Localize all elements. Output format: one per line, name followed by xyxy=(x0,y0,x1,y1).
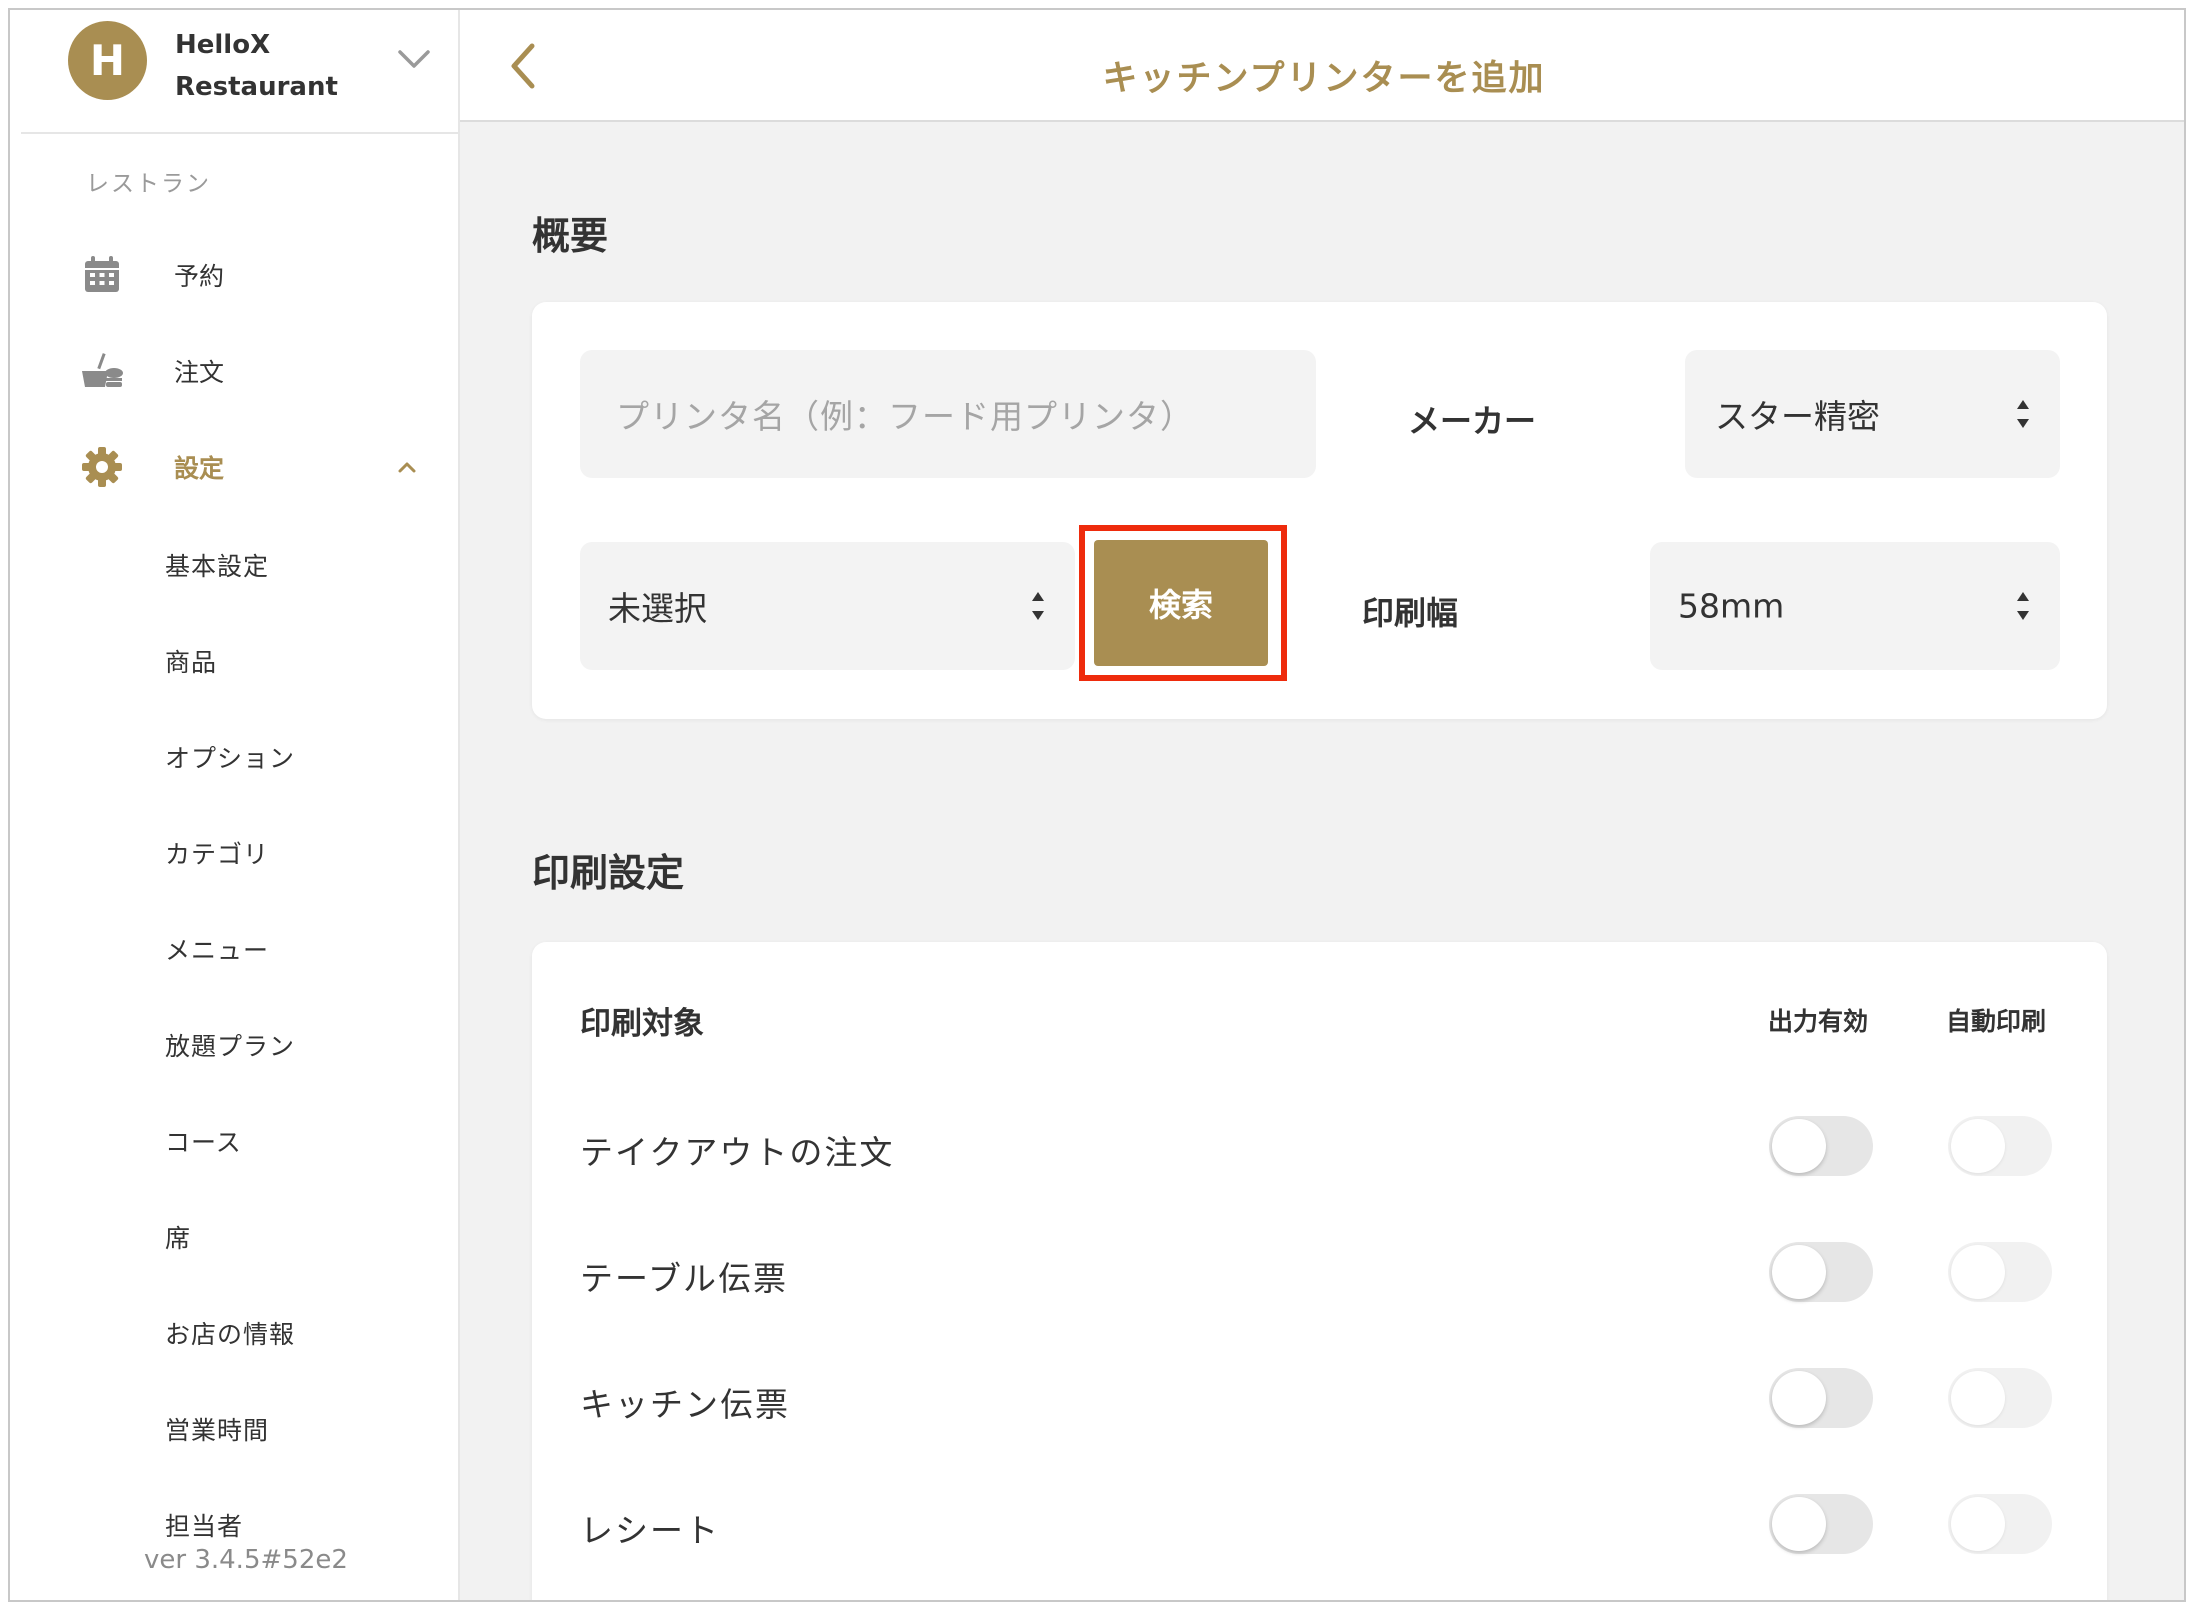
avatar: H xyxy=(68,21,147,100)
printer-name-input[interactable]: プリンタ名（例：フード用プリンタ） xyxy=(580,350,1316,478)
sidebar-item-settings[interactable]: 設定 xyxy=(10,437,458,497)
sidebar-item-reservations[interactable]: 予約 xyxy=(10,245,458,305)
toggle-knob xyxy=(1772,1371,1826,1425)
chevron-down-icon[interactable] xyxy=(394,44,434,74)
overview-heading: 概要 xyxy=(532,214,609,258)
sidebar-subitem-options[interactable]: オプション xyxy=(165,739,295,775)
print-settings-heading: 印刷設定 xyxy=(532,851,685,895)
print-settings-card: 印刷対象 出力有効 自動印刷 テイクアウトの注文 テーブル伝票 キッチン伝票 レ… xyxy=(532,942,2107,1600)
output-enabled-toggle-receipt[interactable] xyxy=(1769,1494,1873,1554)
overview-card: プリンタ名（例：フード用プリンタ） メーカー スター精密 未選択 検索 印刷幅 … xyxy=(532,302,2107,719)
output-enabled-toggle-table-slip[interactable] xyxy=(1769,1242,1873,1302)
select-arrows-icon xyxy=(2017,592,2029,620)
sidebar-item-label: 設定 xyxy=(174,454,225,483)
auto-print-header: 自動印刷 xyxy=(1946,1007,2047,1036)
sidebar-subitem-all-you-can-plans[interactable]: 放題プラン xyxy=(165,1027,295,1063)
sidebar-item-label: 注文 xyxy=(174,358,225,387)
gear-icon xyxy=(80,445,124,489)
toggle-knob xyxy=(1772,1497,1826,1551)
sidebar-subitem-staff[interactable]: 担当者 xyxy=(165,1507,243,1543)
toggle-knob xyxy=(1772,1245,1826,1299)
sidebar-subitem-products[interactable]: 商品 xyxy=(165,643,217,679)
maker-select-value: スター精密 xyxy=(1715,397,1880,436)
maker-label: メーカー xyxy=(1408,402,1537,440)
sidebar-subitem-store-info[interactable]: お店の情報 xyxy=(165,1315,295,1351)
sidebar-subitem-seats[interactable]: 席 xyxy=(165,1219,191,1255)
print-target-table-slip: テーブル伝票 xyxy=(580,1259,789,1298)
output-enabled-header: 出力有効 xyxy=(1768,1007,1869,1036)
toggle-knob xyxy=(1951,1245,2005,1299)
print-width-value: 58mm xyxy=(1678,586,1785,626)
food-icon xyxy=(80,349,124,393)
restaurant-switcher[interactable]: H HelloX Restaurant xyxy=(21,10,458,134)
sidebar-section-label: レストラン xyxy=(86,171,211,197)
print-target-takeout: テイクアウトの注文 xyxy=(580,1133,895,1172)
auto-print-toggle-kitchen-slip[interactable] xyxy=(1948,1368,2052,1428)
sidebar-subitem-menu[interactable]: メニュー xyxy=(165,931,269,967)
sidebar-subitem-basic-settings[interactable]: 基本設定 xyxy=(165,547,269,583)
output-enabled-toggle-takeout[interactable] xyxy=(1769,1116,1873,1176)
printer-model-select[interactable]: 未選択 xyxy=(580,542,1075,670)
toggle-knob xyxy=(1951,1119,2005,1173)
print-target-header: 印刷対象 xyxy=(580,1006,704,1042)
restaurant-name: HelloX Restaurant xyxy=(175,30,338,102)
toggle-knob xyxy=(1951,1497,2005,1551)
auto-print-toggle-receipt[interactable] xyxy=(1948,1494,2052,1554)
version-label: ver 3.4.5#52e2 xyxy=(144,1541,444,1575)
output-enabled-toggle-kitchen-slip[interactable] xyxy=(1769,1368,1873,1428)
sidebar-item-orders[interactable]: 注文 xyxy=(10,341,458,401)
auto-print-toggle-table-slip[interactable] xyxy=(1948,1242,2052,1302)
auto-print-toggle-takeout[interactable] xyxy=(1948,1116,2052,1176)
chevron-up-icon[interactable] xyxy=(395,455,419,479)
sidebar-item-label: 予約 xyxy=(174,262,225,291)
print-width-select[interactable]: 58mm xyxy=(1650,542,2060,670)
select-arrows-icon xyxy=(1032,592,1044,620)
sidebar: H HelloX Restaurant レストラン 予約 注文 設定 基本設定 … xyxy=(10,10,460,1600)
sidebar-subitem-categories[interactable]: カテゴリ xyxy=(165,835,269,871)
calendar-icon xyxy=(80,253,124,297)
select-arrows-icon xyxy=(2017,400,2029,428)
toggle-knob xyxy=(1951,1371,2005,1425)
main-content: キッチンプリンターを追加 概要 プリンタ名（例：フード用プリンタ） メーカー ス… xyxy=(460,10,2184,1600)
printer-name-placeholder: プリンタ名（例：フード用プリンタ） xyxy=(616,397,1194,436)
print-target-receipt: レシート xyxy=(580,1511,720,1550)
app-window: H HelloX Restaurant レストラン 予約 注文 設定 基本設定 … xyxy=(8,8,2186,1602)
search-button[interactable]: 検索 xyxy=(1094,540,1268,666)
printer-model-value: 未選択 xyxy=(608,589,707,628)
sidebar-subitem-business-hours[interactable]: 営業時間 xyxy=(165,1411,269,1447)
header: キッチンプリンターを追加 xyxy=(460,10,2184,122)
page-title: キッチンプリンターを追加 xyxy=(1102,59,1546,99)
print-width-label: 印刷幅 xyxy=(1362,594,1459,632)
sidebar-subitem-courses[interactable]: コース xyxy=(165,1123,242,1159)
maker-select[interactable]: スター精密 xyxy=(1685,350,2060,478)
print-target-kitchen-slip: キッチン伝票 xyxy=(580,1385,790,1424)
toggle-knob xyxy=(1772,1119,1826,1173)
